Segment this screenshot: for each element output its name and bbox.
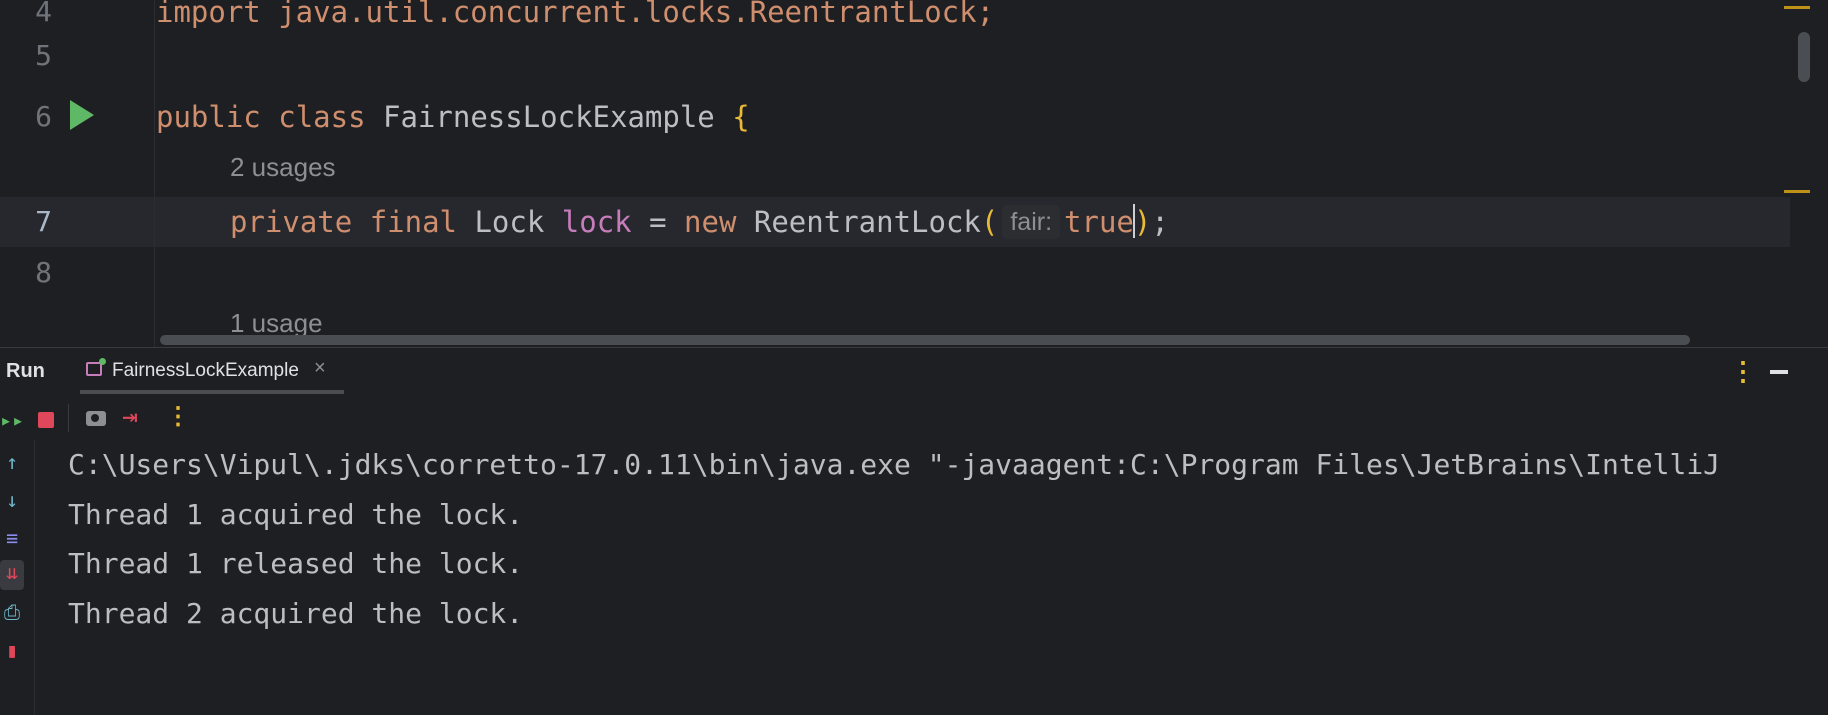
keyword: new bbox=[684, 205, 737, 239]
keyword: class bbox=[278, 100, 366, 134]
stop-icon[interactable] bbox=[38, 412, 54, 428]
literal: true bbox=[1064, 205, 1134, 239]
error-stripe-marker[interactable] bbox=[1784, 190, 1810, 193]
import-statement: import java.util.concurrent.locks.Reentr… bbox=[156, 0, 995, 29]
tab-label: FairnessLockExample bbox=[112, 360, 299, 381]
class-name: FairnessLockExample bbox=[383, 100, 715, 134]
line-number: 6 bbox=[35, 100, 52, 133]
scrollbar-thumb[interactable] bbox=[1798, 32, 1810, 82]
line-number: 5 bbox=[35, 39, 52, 72]
more-options-icon[interactable]: ⋮ bbox=[166, 402, 190, 431]
gutter-separator bbox=[154, 0, 155, 347]
more-options-icon[interactable]: ⋮ bbox=[1730, 356, 1756, 387]
console-line: Thread 2 acquired the lock. bbox=[68, 596, 524, 630]
run-header: Run FairnessLockExample × ⋮ bbox=[0, 348, 1828, 396]
exit-icon[interactable]: ⇥ bbox=[122, 402, 138, 432]
line-number: 4 bbox=[35, 0, 52, 28]
soft-wrap-icon[interactable]: ≡ bbox=[0, 526, 24, 550]
line-number: 7 bbox=[35, 205, 52, 238]
run-title: Run bbox=[6, 360, 45, 382]
tab-fairness-lock-example[interactable]: FairnessLockExample × bbox=[80, 348, 344, 396]
close-icon[interactable]: × bbox=[314, 357, 326, 380]
code-line-6[interactable]: public class FairnessLockExample { bbox=[156, 97, 750, 137]
arrow-up-icon[interactable]: ↑ bbox=[0, 450, 24, 474]
brace: { bbox=[732, 100, 750, 134]
trash-icon[interactable]: ▮ bbox=[0, 638, 24, 662]
camera-icon[interactable] bbox=[86, 411, 106, 426]
error-stripe-marker[interactable] bbox=[1784, 6, 1810, 9]
code-editor[interactable]: 4 5 6 7 8 import java.util.concurrent.lo… bbox=[0, 0, 1828, 347]
console-output[interactable]: C:\Users\Vipul\.jdks\corretto-17.0.11\bi… bbox=[68, 440, 1828, 715]
keyword: private bbox=[230, 205, 353, 239]
paren: ) bbox=[1133, 205, 1152, 239]
console-line: Thread 1 acquired the lock. bbox=[68, 497, 524, 531]
run-toolbar: ▸▸ ⇥ ⋮ bbox=[0, 398, 1828, 438]
operator: = bbox=[649, 205, 667, 239]
arrow-down-icon[interactable]: ↓ bbox=[0, 488, 24, 512]
vertical-scrollbar[interactable] bbox=[1784, 0, 1828, 347]
semicolon: ; bbox=[1151, 205, 1169, 239]
console-line: C:\Users\Vipul\.jdks\corretto-17.0.11\bi… bbox=[68, 448, 1721, 481]
console-line: Thread 1 released the lock. bbox=[68, 547, 524, 580]
type-name: Lock bbox=[474, 205, 545, 239]
code-line-7[interactable]: private final Lock lock = new ReentrantL… bbox=[230, 202, 1169, 242]
minimize-icon[interactable] bbox=[1770, 370, 1788, 374]
field-name: lock bbox=[561, 205, 632, 239]
parameter-hint: fair: bbox=[1002, 205, 1061, 239]
horizontal-scrollbar[interactable] bbox=[160, 335, 1690, 345]
rerun-icon[interactable]: ▸▸ bbox=[0, 408, 24, 432]
paren: ( bbox=[980, 205, 999, 239]
print-icon[interactable]: ⎙ bbox=[0, 600, 24, 624]
keyword: public bbox=[156, 100, 261, 134]
console-side-toolbar: ↑ ↓ ≡ ⇊ ⎙ ▮ bbox=[0, 440, 35, 715]
run-config-icon bbox=[86, 358, 106, 376]
scroll-to-end-icon[interactable]: ⇊ bbox=[0, 560, 24, 590]
run-tool-window: Run FairnessLockExample × ⋮ ▸▸ ⇥ ⋮ ↑ ↓ ≡… bbox=[0, 347, 1828, 715]
constructor-name: ReentrantLock bbox=[753, 205, 981, 239]
run-gutter-icon[interactable] bbox=[70, 100, 94, 130]
keyword: final bbox=[369, 205, 457, 239]
line-number: 8 bbox=[35, 256, 52, 289]
usages-hint[interactable]: 2 usages bbox=[230, 152, 336, 183]
code-line-4[interactable]: import java.util.concurrent.locks.Reentr… bbox=[156, 0, 994, 32]
tab-underline bbox=[80, 390, 344, 394]
toolbar-divider bbox=[68, 404, 69, 432]
